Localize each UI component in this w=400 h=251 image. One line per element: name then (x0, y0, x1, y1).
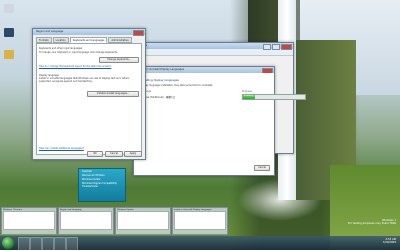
taskbar-app-icon[interactable] (30, 237, 42, 251)
close-button[interactable] (133, 30, 144, 36)
start-button-icon[interactable] (2, 237, 14, 249)
region-language-dialog[interactable]: Region and Language Formats Location Key… (32, 28, 146, 160)
minimize-button[interactable] (263, 44, 271, 50)
close-button[interactable] (281, 44, 292, 50)
dialog-titlebar[interactable]: Region and Language (33, 29, 145, 36)
install-status: Installing (244, 95, 254, 97)
computer-icon[interactable] (4, 28, 14, 37)
system-tray[interactable]: 4:53 AM 7/20/2009 (383, 238, 396, 244)
windows-watermark: Windows 7 For testing purposes only. Bui… (348, 219, 396, 225)
back-window-toolbar (123, 49, 293, 56)
cancel-button[interactable]: Cancel (105, 151, 123, 157)
display-language-desc: Install or uninstall languages that Wind… (39, 77, 129, 83)
thumbnail-preview (60, 211, 112, 230)
dialog-title: Region and Language (36, 30, 64, 33)
install-languages-button[interactable]: Install/uninstall languages... (87, 91, 139, 97)
back-window-titlebar[interactable]: Windows Update (123, 43, 293, 50)
taskbar-app-icon[interactable] (54, 237, 66, 251)
taskbar-thumbnail[interactable]: Region and Language (58, 207, 114, 235)
taskbar-app-icon[interactable] (18, 237, 30, 251)
thumbnail-preview (117, 211, 169, 230)
taskbar-app-icon[interactable] (66, 237, 78, 251)
start-menu-item[interactable]: Windows Program Compatibility Troublesho… (79, 181, 125, 188)
keyboards-panel: Keyboards and other input languages To c… (36, 43, 142, 155)
maximize-button[interactable] (272, 44, 280, 50)
thumbnail-preview (3, 211, 55, 230)
start-menu: Calendar Devices and Printers Windows Up… (78, 168, 126, 202)
help-link[interactable]: How can I install additional languages? (39, 147, 84, 150)
welcome-screen-link[interactable]: How do I change the keyboard layout for … (39, 65, 111, 68)
taskbar: 4:53 AM 7/20/2009 (0, 236, 400, 251)
taskbar-thumbnail[interactable]: Windows 7 Forums (1, 207, 57, 235)
taskbar-app-icon[interactable] (42, 237, 54, 251)
taskbar-thumbnail[interactable]: Install or Uninstall Display Languages (172, 207, 228, 235)
thumbnail-preview (174, 211, 226, 230)
taskbar-thumbnail[interactable]: Windows Update (115, 207, 171, 235)
tray-date: 7/20/2009 (382, 241, 396, 245)
dialog-tabs: Formats Location Keyboards and Languages… (33, 35, 145, 43)
keyboards-heading: Keyboards and other input languages (39, 47, 83, 50)
progress-column-header: Progress (242, 90, 252, 93)
ok-button[interactable]: OK (87, 151, 103, 157)
change-keyboards-button[interactable]: Change keyboards... (99, 57, 139, 63)
watermark-build: For testing purposes only. Build 7600 (347, 222, 396, 226)
wizard-body: Installing display languages Display lan… (134, 73, 306, 175)
wizard-subtitle: Display language installation may take s… (140, 84, 213, 87)
install-wizard-window[interactable]: Install or Uninstall Display Languages I… (133, 66, 306, 176)
keyboards-desc: To change your keyboard or input languag… (39, 51, 118, 54)
wizard-cancel-button[interactable]: Cancel (254, 165, 270, 171)
apply-button[interactable]: Apply (124, 151, 142, 157)
recycle-bin-icon[interactable] (4, 4, 14, 13)
folder-icon[interactable] (4, 50, 14, 59)
